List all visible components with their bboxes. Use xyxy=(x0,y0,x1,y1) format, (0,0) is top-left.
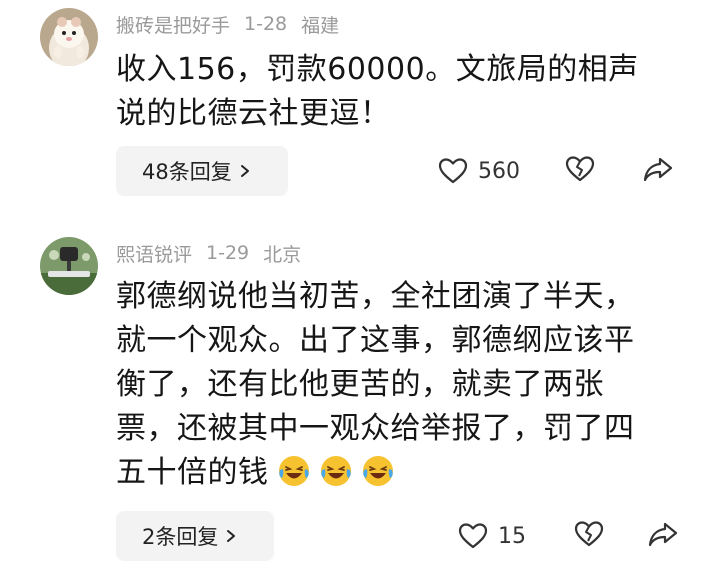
chevron-right-icon xyxy=(227,530,236,542)
comment-date: 1-29 xyxy=(206,242,250,264)
comment-text-line: 衡了，还有比他更苦的，就卖了两张 xyxy=(116,367,604,402)
comment-location: 北京 xyxy=(263,243,302,266)
comment-text-line: 就一个观众。出了这事，郭德纲应该平 xyxy=(116,323,635,358)
reply-count-label: 2条回复 xyxy=(142,525,219,549)
avatar[interactable] xyxy=(40,237,98,295)
comment-text-line: 五十倍的钱 xyxy=(116,451,686,495)
comment-text-line: 票，还被其中一观众给举报了，罚了四 xyxy=(116,411,635,446)
dislike-button[interactable] xyxy=(574,520,604,552)
laughing-crying-emoji-icon xyxy=(278,456,309,486)
laughing-crying-emoji-icon xyxy=(362,456,393,486)
like-count: 15 xyxy=(498,523,526,549)
view-replies-button[interactable]: 2条回复 xyxy=(116,511,274,561)
share-arrow-icon xyxy=(648,522,678,547)
like-button[interactable]: 15 xyxy=(458,522,526,550)
comment-item: 熙语锐评 1-29 北京 郭德纲说他当初苦，全社团演了半天， 就一个观众。出了这… xyxy=(0,0,719,587)
share-button[interactable] xyxy=(648,520,678,552)
microphone-avatar-icon xyxy=(40,237,98,295)
comment-text-tail: 五十倍的钱 xyxy=(116,455,269,490)
comment-text: 郭德纲说他当初苦，全社团演了半天， 就一个观众。出了这事，郭德纲应该平 衡了，还… xyxy=(116,275,686,495)
comment-text-line: 郭德纲说他当初苦，全社团演了半天， xyxy=(116,279,635,314)
comment-actions: 15 xyxy=(458,516,678,556)
laughing-crying-emoji-icon xyxy=(320,456,351,486)
username[interactable]: 熙语锐评 xyxy=(116,240,192,267)
heart-outline-icon xyxy=(458,523,488,549)
comment-meta: 熙语锐评 1-29 北京 xyxy=(116,238,315,268)
broken-heart-icon xyxy=(574,521,604,547)
